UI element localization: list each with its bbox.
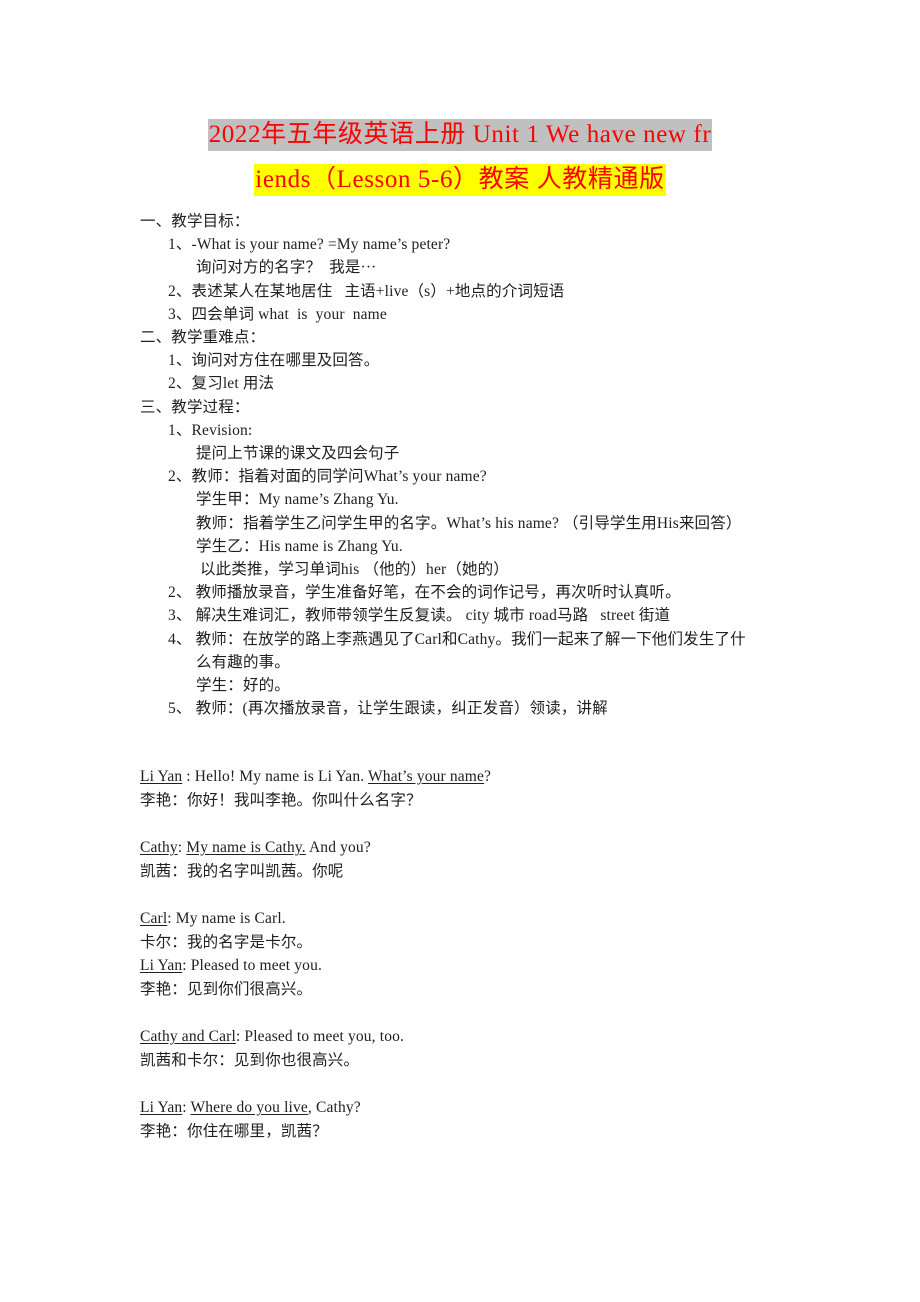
section-heading-2: 二、教学重难点：	[140, 329, 266, 347]
section-3-item-1: 1、Revision:	[168, 421, 253, 439]
dialogue-line-cn-0: 李艳：你好！我叫李艳。你叫什么名字？	[140, 791, 422, 809]
section-1-item-1: 1、-What is your name? =My name’s peter?	[168, 236, 451, 254]
section-heading-3: 三、教学过程：	[140, 398, 250, 416]
dialogue-line-cn-1: 凯茜：我的名字叫凯茜。你呢	[140, 862, 344, 880]
dialogue-text-plain-1b: And you?	[305, 839, 371, 856]
dialogue-text-plain-0a: : Hello! My name is Li Yan.	[182, 768, 369, 785]
section-3-item-11: 么有趣的事。	[196, 653, 290, 671]
section-2-item-2: 2、复习let 用法	[168, 375, 275, 393]
dialogue-speaker-5: Li Yan	[140, 1099, 183, 1116]
section-1-item-3: 2、表述某人在某地居住 主语+live（s）+地点的介词短语	[168, 282, 565, 300]
section-3-item-8: 2、 教师播放录音，学生准备好笔，在不会的词作记号，再次听时认真听。	[168, 584, 681, 602]
title-line-2-text: iends（Lesson 5-6）教案 人教精通版	[254, 164, 666, 196]
dialogue-spacer	[140, 812, 840, 836]
title-line-1: 2022年五年级英语上册 Unit 1 We have new fr	[130, 112, 790, 157]
dialogue-speaker-0: Li Yan	[140, 768, 183, 785]
dialogue-text-plain-1a: :	[177, 839, 187, 856]
dialogue-text-plain-0b: ?	[484, 768, 492, 785]
dialogue-line-en: Li Yan : Hello! My name is Li Yan. What’…	[140, 765, 840, 789]
dialogue-text-underlined-5: Where do you live	[190, 1099, 308, 1116]
dialogue-speaker-2: Carl	[140, 910, 168, 927]
section-1-item-4: 3、四会单词 what is your name	[168, 305, 387, 323]
dialogue-spacer	[140, 883, 840, 907]
section-heading-1: 一、教学目标：	[140, 213, 250, 230]
section-3-item-4: 学生甲：My name’s Zhang Yu.	[196, 491, 399, 509]
dialogue-line-cn-4: 凯茜和卡尔：见到你也很高兴。	[140, 1051, 360, 1069]
dialogue-text-plain-5b: , Cathy?	[307, 1099, 361, 1116]
section-3-item-10-text: 4、 教师：在放学的路上李燕遇见了Carl和Cathy。我们一起来了解一下他们发…	[168, 630, 746, 648]
section-3-item-7: 以此类推，学习单词his （他的）her（她的）	[196, 561, 509, 579]
section-3-item-13: 5、 教师：(再次播放录音，让学生跟读，纠正发音）领读，讲解	[168, 700, 608, 718]
section-3-item-5: 教师：指着学生乙问学生甲的名字。What’s his name? （引导学生用H…	[196, 514, 742, 532]
dialogue-section: Li Yan : Hello! My name is Li Yan. What’…	[140, 765, 840, 1143]
title-line-2: iends（Lesson 5-6）教案 人教精通版	[130, 157, 790, 202]
dialogue-text-underlined-0: What’s your name	[368, 768, 485, 785]
section-3-item-6: 学生乙：His name is Zhang Yu.	[196, 537, 403, 555]
dialogue-spacer	[140, 1072, 840, 1096]
section-3-item-10: 4、 教师：在放学的路上李燕遇见了Carl和Cathy。我们一起来了解一下他们发…	[168, 628, 880, 651]
dialogue-line-en: Carl: My name is Carl.	[140, 907, 840, 931]
document-title: 2022年五年级英语上册 Unit 1 We have new fr iends…	[130, 112, 790, 202]
dialogue-line-cn-3: 李艳：见到你们很高兴。	[140, 980, 313, 998]
section-2-item-1: 1、询问对方住在哪里及回答。	[168, 352, 380, 370]
dialogue-text-plain-3a: : Pleased to meet you.	[182, 957, 323, 974]
dialogue-line-cn-5: 李艳：你住在哪里，凯茜？	[140, 1122, 328, 1140]
title-line-1-text: 2022年五年级英语上册 Unit 1 We have new fr	[207, 119, 713, 151]
dialogue-line-en: Li Yan: Where do you live, Cathy?	[140, 1096, 840, 1120]
dialogue-spacer	[140, 1001, 840, 1025]
dialogue-line-en: Cathy and Carl: Pleased to meet you, too…	[140, 1025, 840, 1049]
section-3-item-12: 学生：好的。	[196, 677, 290, 695]
section-3-item-9: 3、 解决生难词汇，教师带领学生反复读。 city 城市 road马路 stre…	[168, 607, 671, 625]
dialogue-text-underlined-1: My name is Cathy.	[186, 839, 306, 856]
document-body: 一、教学目标： 1、-What is your name? =My name’s…	[140, 210, 880, 720]
dialogue-text-plain-2a: : My name is Carl.	[167, 910, 286, 927]
dialogue-line-en: Li Yan: Pleased to meet you.	[140, 954, 840, 978]
dialogue-speaker-3: Li Yan	[140, 957, 183, 974]
dialogue-text-plain-4a: : Pleased to meet you, too.	[235, 1028, 405, 1045]
dialogue-speaker-1: Cathy	[140, 839, 178, 856]
document-page: 2022年五年级英语上册 Unit 1 We have new fr iends…	[0, 0, 920, 1302]
dialogue-line-cn-2: 卡尔：我的名字是卡尔。	[140, 933, 313, 951]
section-3-item-2: 提问上节课的课文及四会句子	[196, 445, 400, 463]
section-3-item-3: 2、教师：指着对面的同学问What’s your name?	[168, 468, 487, 486]
section-1-item-2: 询问对方的名字？ 我是···	[196, 259, 377, 277]
dialogue-line-en: Cathy: My name is Cathy. And you?	[140, 836, 840, 860]
dialogue-speaker-4: Cathy and Carl	[140, 1028, 236, 1045]
